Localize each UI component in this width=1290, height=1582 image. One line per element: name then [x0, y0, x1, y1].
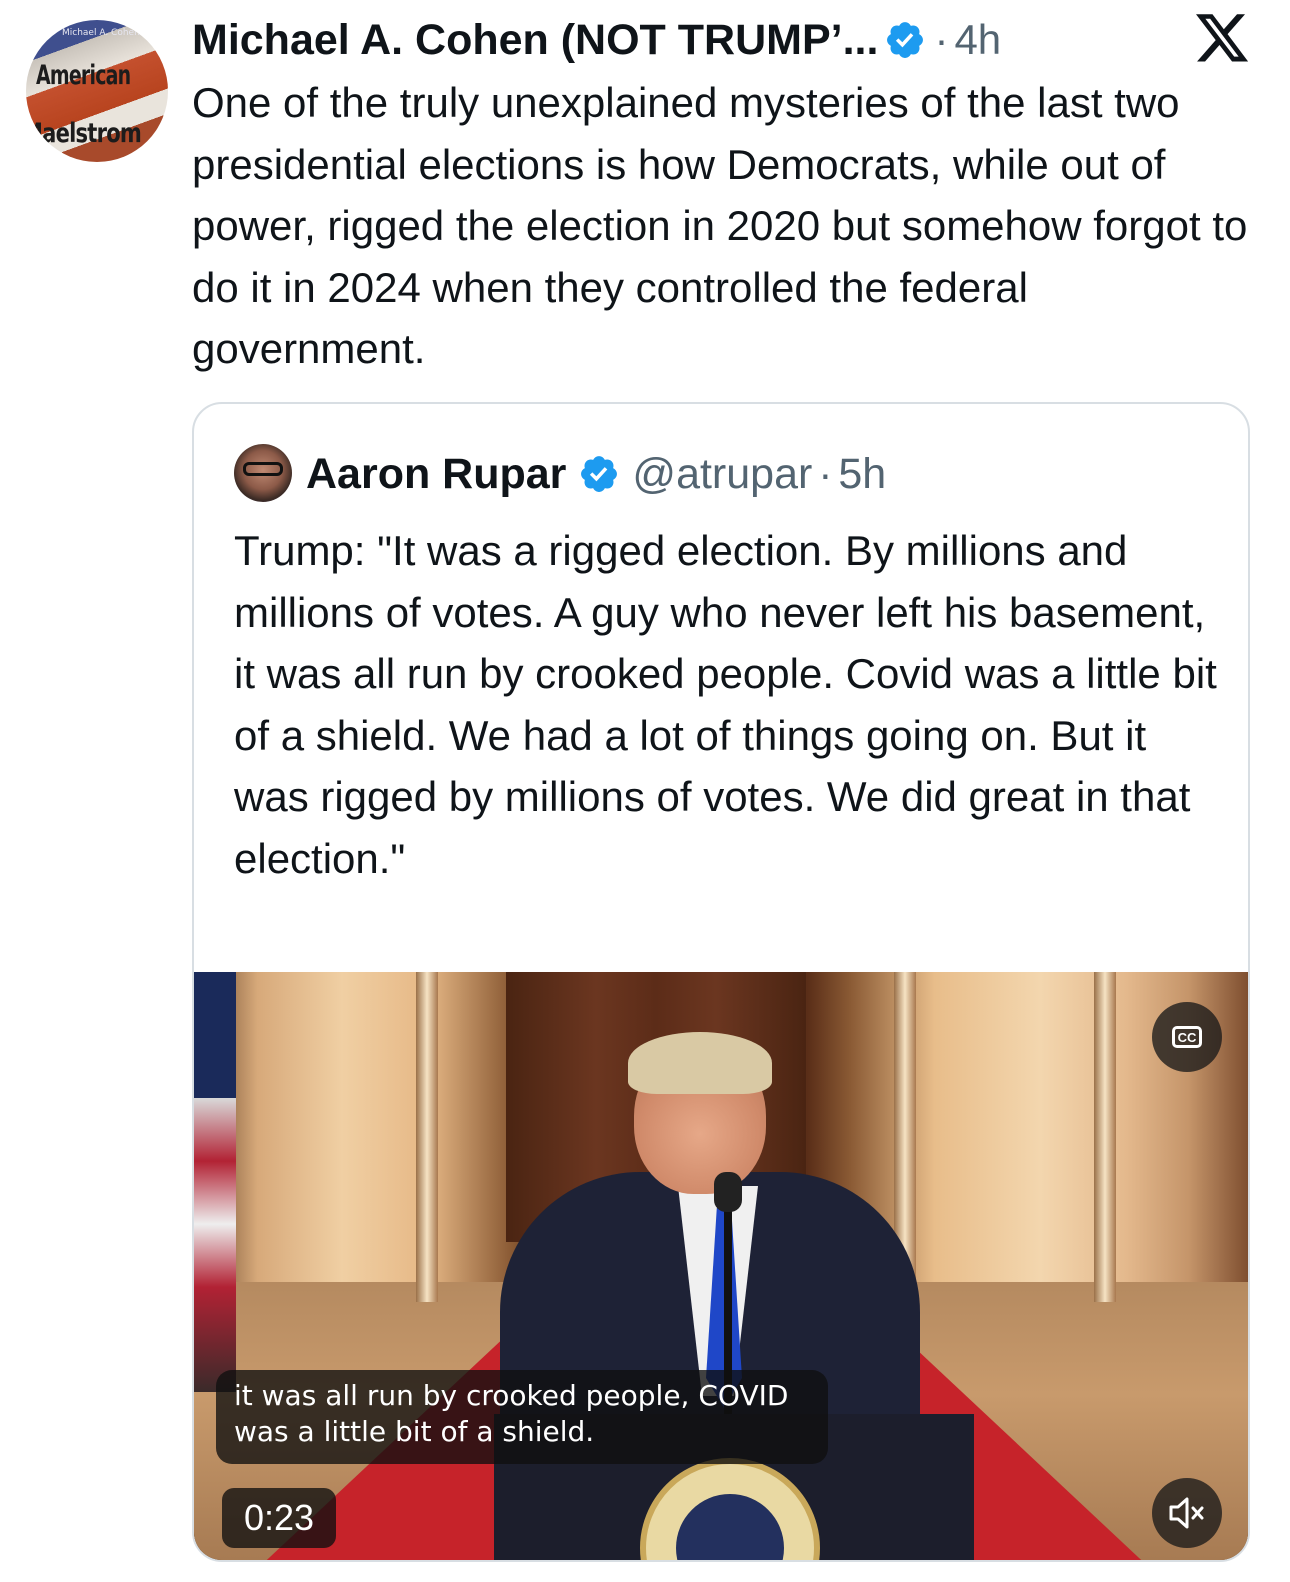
quoted-post-header: Aaron Rupar @atrupar · 5h	[306, 446, 886, 502]
video-duration: 0:23	[222, 1488, 336, 1548]
quoted-author-name[interactable]: Aaron Rupar	[306, 450, 566, 499]
header-separator: ·	[934, 16, 949, 63]
video-scene-column	[1094, 972, 1116, 1302]
video-caption: it was all run by crooked people, COVID …	[216, 1370, 828, 1464]
avatar-glasses	[243, 462, 283, 476]
quoted-author-avatar	[234, 444, 292, 502]
mute-icon	[1169, 1497, 1204, 1529]
quoted-header-separator: ·	[818, 450, 833, 497]
post-text: One of the truly unexplained mysteries o…	[192, 79, 1248, 372]
quoted-post-card[interactable]: Aaron Rupar @atrupar · 5h Trump: "It was…	[192, 402, 1250, 1562]
video-player[interactable]: CC it was all run by crooked people, COV…	[194, 972, 1248, 1560]
verified-badge-icon	[887, 22, 924, 58]
verified-badge-icon	[581, 456, 618, 492]
quoted-author-handle[interactable]: @atrupar	[632, 450, 812, 499]
video-scene-seal-center	[676, 1494, 784, 1560]
avatar-line-2: Maelstrom	[26, 118, 142, 149]
video-scene-flag	[194, 972, 236, 1392]
video-scene-column	[416, 972, 438, 1302]
x-logo-icon	[1196, 14, 1249, 62]
closed-captions-button[interactable]: CC	[1152, 1002, 1222, 1072]
mute-button[interactable]	[1152, 1478, 1222, 1548]
quoted-post-text: Trump: "It was a rigged election. By mil…	[234, 527, 1217, 882]
avatar-line-1: American	[36, 60, 131, 91]
closed-captions-icon: CC	[1172, 1026, 1202, 1048]
author-name[interactable]: Michael A. Cohen (NOT TRUMP’...	[192, 16, 878, 65]
post-header: Michael A. Cohen (NOT TRUMP’... · 4h	[192, 12, 1001, 68]
avatar-top-text: Michael A. Cohen	[62, 28, 140, 38]
post-time[interactable]: 4h	[954, 16, 1001, 64]
video-scene-speaker-hair	[628, 1032, 772, 1094]
author-avatar[interactable]: Michael A. Cohen American Maelstrom	[26, 20, 168, 162]
quoted-post-time[interactable]: 5h	[838, 450, 886, 499]
video-scene-mic	[714, 1172, 742, 1212]
